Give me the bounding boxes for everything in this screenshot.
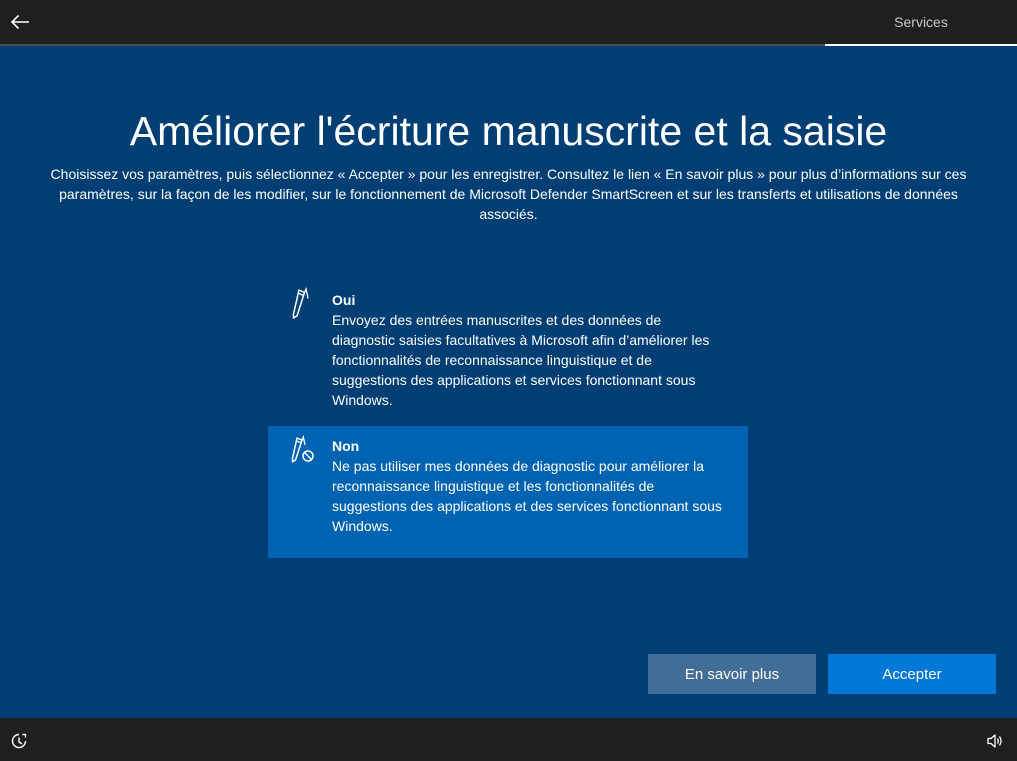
tab-services[interactable]: Services (825, 0, 1017, 44)
option-yes-title: Oui (332, 292, 356, 308)
option-no-title: Non (332, 438, 360, 454)
accept-button[interactable]: Accepter (828, 654, 996, 694)
learn-more-button[interactable]: En savoir plus (648, 654, 816, 694)
page-title: Améliorer l'écriture manuscrite et la sa… (129, 108, 888, 154)
ease-of-access-icon[interactable] (10, 732, 28, 750)
page-subtitle: Choisissez vos paramètres, puis sélectio… (50, 166, 967, 222)
option-yes[interactable]: Oui Envoyez des entrées manuscrites et d… (268, 280, 748, 420)
pen-icon (292, 286, 309, 319)
back-button[interactable] (0, 0, 40, 44)
option-yes-description: Envoyez des entrées manuscrites et des d… (332, 312, 710, 408)
back-arrow-icon (10, 14, 29, 30)
top-bar: Services (0, 0, 1017, 46)
option-no-description: Ne pas utiliser mes données de diagnosti… (332, 458, 722, 534)
tab-selected-indicator (825, 44, 1017, 46)
volume-icon[interactable] (986, 732, 1004, 750)
pen-blocked-icon (291, 434, 314, 463)
bottom-bar (0, 718, 1017, 761)
option-no[interactable]: Non Ne pas utiliser mes données de diagn… (268, 426, 748, 558)
